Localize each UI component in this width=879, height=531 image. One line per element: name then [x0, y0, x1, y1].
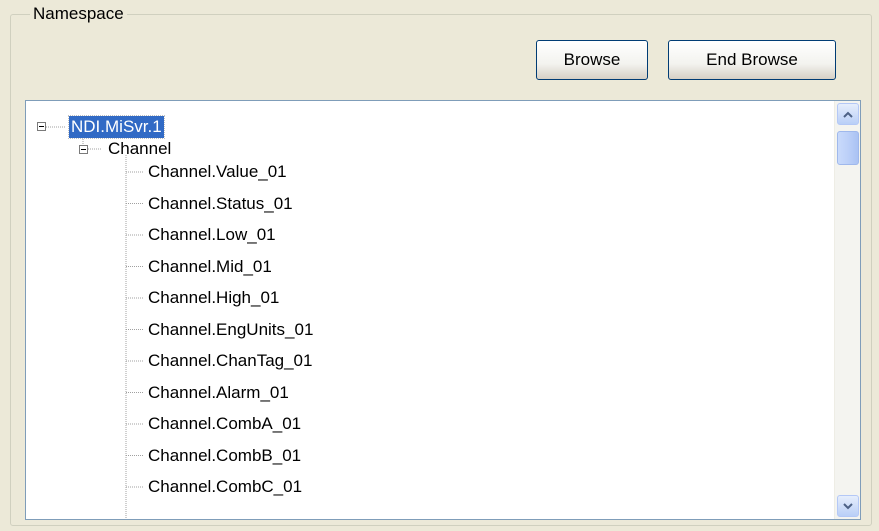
tree-leaf-item[interactable]: Channel.Status_01: [148, 193, 293, 215]
end-browse-button[interactable]: End Browse: [668, 40, 836, 80]
namespace-label: Namespace: [30, 4, 127, 24]
scroll-up-button[interactable]: [837, 103, 859, 125]
tree-leaf-item[interactable]: Channel.Low_01: [148, 224, 276, 246]
tree-leaf-item[interactable]: Channel.EngUnits_01: [148, 319, 313, 341]
channel-collapse-icon[interactable]: [79, 145, 88, 154]
tree-leaf-item[interactable]: Channel.CombA_01: [148, 413, 301, 435]
scroll-thumb[interactable]: [837, 131, 859, 165]
arrow-up-icon: [843, 111, 853, 118]
namespace-tree[interactable]: NDI.MiSvr.1 Channel Channel.Value_01 Chan…: [25, 100, 861, 520]
vertical-scrollbar[interactable]: [834, 101, 860, 519]
arrow-down-icon: [843, 502, 853, 509]
root-collapse-icon[interactable]: [37, 122, 46, 131]
tree-leaf-item[interactable]: Channel.Alarm_01: [148, 382, 289, 404]
tree-root-node[interactable]: NDI.MiSvr.1: [68, 115, 165, 139]
tree-leaf-item[interactable]: Channel.CombB_01: [148, 445, 301, 467]
tree-leaf-item[interactable]: Channel.High_01: [148, 287, 279, 309]
tree-leaf-item[interactable]: Channel.Mid_01: [148, 256, 272, 278]
tree-leaf-item[interactable]: Channel.CombC_01: [148, 476, 302, 498]
scroll-down-button[interactable]: [837, 495, 859, 517]
tree-leaf-item[interactable]: Channel.Value_01: [148, 161, 287, 183]
tree-node-channel[interactable]: Channel: [108, 138, 171, 160]
browse-button[interactable]: Browse: [536, 40, 648, 80]
tree-leaf-item[interactable]: Channel.ChanTag_01: [148, 350, 312, 372]
